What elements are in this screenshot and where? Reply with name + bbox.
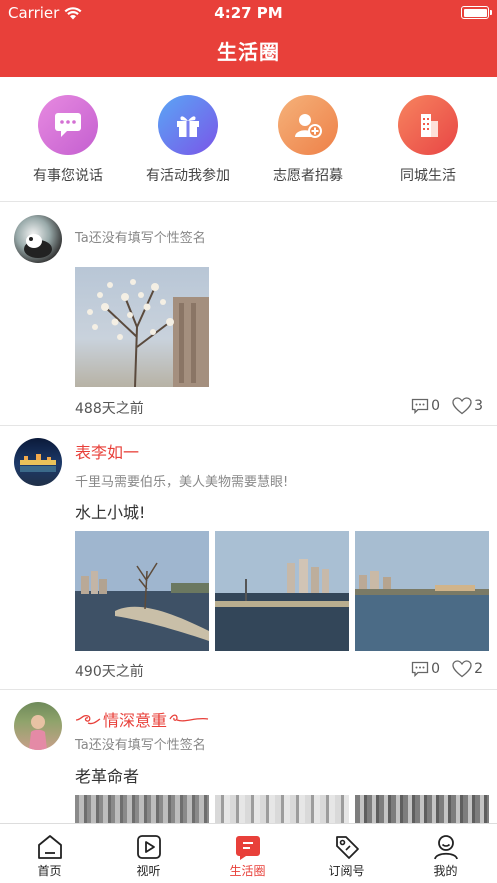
quick-label: 同城生活: [400, 168, 456, 184]
post-content: 老革命者: [75, 767, 140, 786]
comment-count: 0: [431, 398, 441, 414]
ornament-right-icon: [169, 714, 209, 722]
post-stats: 0 3: [403, 397, 483, 415]
tag-icon: [297, 832, 396, 862]
tab-label: 订阅号: [328, 864, 365, 878]
tab-subscription[interactable]: 订阅号: [297, 832, 396, 879]
user-name-wrap[interactable]: 情深意重: [75, 707, 209, 731]
heart-icon: [452, 660, 472, 678]
tab-label: 首页: [37, 864, 62, 878]
status-bar: Carrier 4:27 PM: [0, 0, 497, 26]
post-card[interactable]: 情深意重 Ta还没有填写个性签名 老革命者: [0, 690, 497, 823]
avatar[interactable]: [14, 438, 62, 486]
like-count: 2: [474, 661, 483, 677]
user-name[interactable]: 表李如一: [75, 439, 139, 463]
tab-life-circle[interactable]: 生活圈: [198, 832, 297, 879]
tab-label: 视听: [136, 864, 161, 878]
quick-item-city-life[interactable]: 同城生活: [368, 95, 488, 185]
tab-mine[interactable]: 我的: [396, 832, 495, 879]
tab-bar: 首页 视听 生活圈 订阅号 我的: [0, 823, 497, 883]
chat-icon: [38, 95, 98, 155]
avatar[interactable]: [14, 215, 62, 263]
quick-item-volunteer[interactable]: 志愿者招募: [248, 95, 368, 185]
post-photo[interactable]: [75, 531, 209, 651]
user-signature: Ta还没有填写个性签名: [75, 738, 206, 753]
life-circle-icon: [198, 832, 297, 862]
post-time: 488天之前: [75, 401, 144, 417]
post-stats: 0 2: [403, 660, 483, 678]
post-card[interactable]: Ta还没有填写个性签名 488天之前 0 3: [0, 203, 497, 426]
comment-count: 0: [431, 661, 441, 677]
quick-item-speak[interactable]: 有事您说话: [8, 95, 128, 185]
profile-icon: [396, 832, 495, 862]
post-photo[interactable]: [215, 795, 349, 823]
gift-icon: [158, 95, 218, 155]
post-photo[interactable]: [355, 795, 489, 823]
like-button[interactable]: 2: [452, 660, 483, 678]
post-photo[interactable]: [215, 531, 349, 651]
quick-actions: 有事您说话 有活动我参加 志愿者招募 同城生活: [0, 77, 497, 202]
comment-button[interactable]: 0: [411, 661, 440, 677]
like-count: 3: [474, 398, 483, 414]
quick-label: 有事您说话: [33, 168, 103, 184]
building-icon: [398, 95, 458, 155]
home-icon: [0, 832, 99, 862]
post-content: 水上小城!: [75, 503, 146, 522]
battery-icon: [461, 6, 492, 19]
app-header: Carrier 4:27 PM 生活圈: [0, 0, 497, 77]
tab-label: 生活圈: [229, 864, 266, 878]
comment-icon: [412, 398, 429, 414]
status-time: 4:27 PM: [214, 4, 283, 22]
like-button[interactable]: 3: [452, 397, 483, 415]
play-icon: [99, 832, 198, 862]
tab-label: 我的: [433, 864, 458, 878]
comment-icon: [412, 661, 429, 677]
quick-label: 有活动我参加: [146, 168, 230, 184]
ornament-left-icon: [75, 714, 101, 725]
avatar[interactable]: [14, 702, 62, 750]
quick-label: 志愿者招募: [273, 168, 343, 184]
post-photo[interactable]: [75, 267, 209, 387]
heart-icon: [452, 397, 472, 415]
page-title: 生活圈: [217, 40, 280, 64]
user-name: 情深意重: [103, 711, 168, 730]
post-time: 490天之前: [75, 664, 144, 680]
quick-item-activity[interactable]: 有活动我参加: [128, 95, 248, 185]
post-photo[interactable]: [355, 531, 489, 651]
tab-video[interactable]: 视听: [99, 832, 198, 879]
post-photo[interactable]: [75, 795, 209, 823]
user-signature: Ta还没有填写个性签名: [75, 231, 206, 246]
add-user-icon: [278, 95, 338, 155]
tab-home[interactable]: 首页: [0, 832, 99, 879]
user-signature: 千里马需要伯乐，美人美物需要慧眼!: [75, 475, 289, 490]
comment-button[interactable]: 0: [411, 398, 440, 414]
post-card[interactable]: 表李如一 千里马需要伯乐，美人美物需要慧眼! 水上小城! 490天之前 0 2: [0, 426, 497, 690]
